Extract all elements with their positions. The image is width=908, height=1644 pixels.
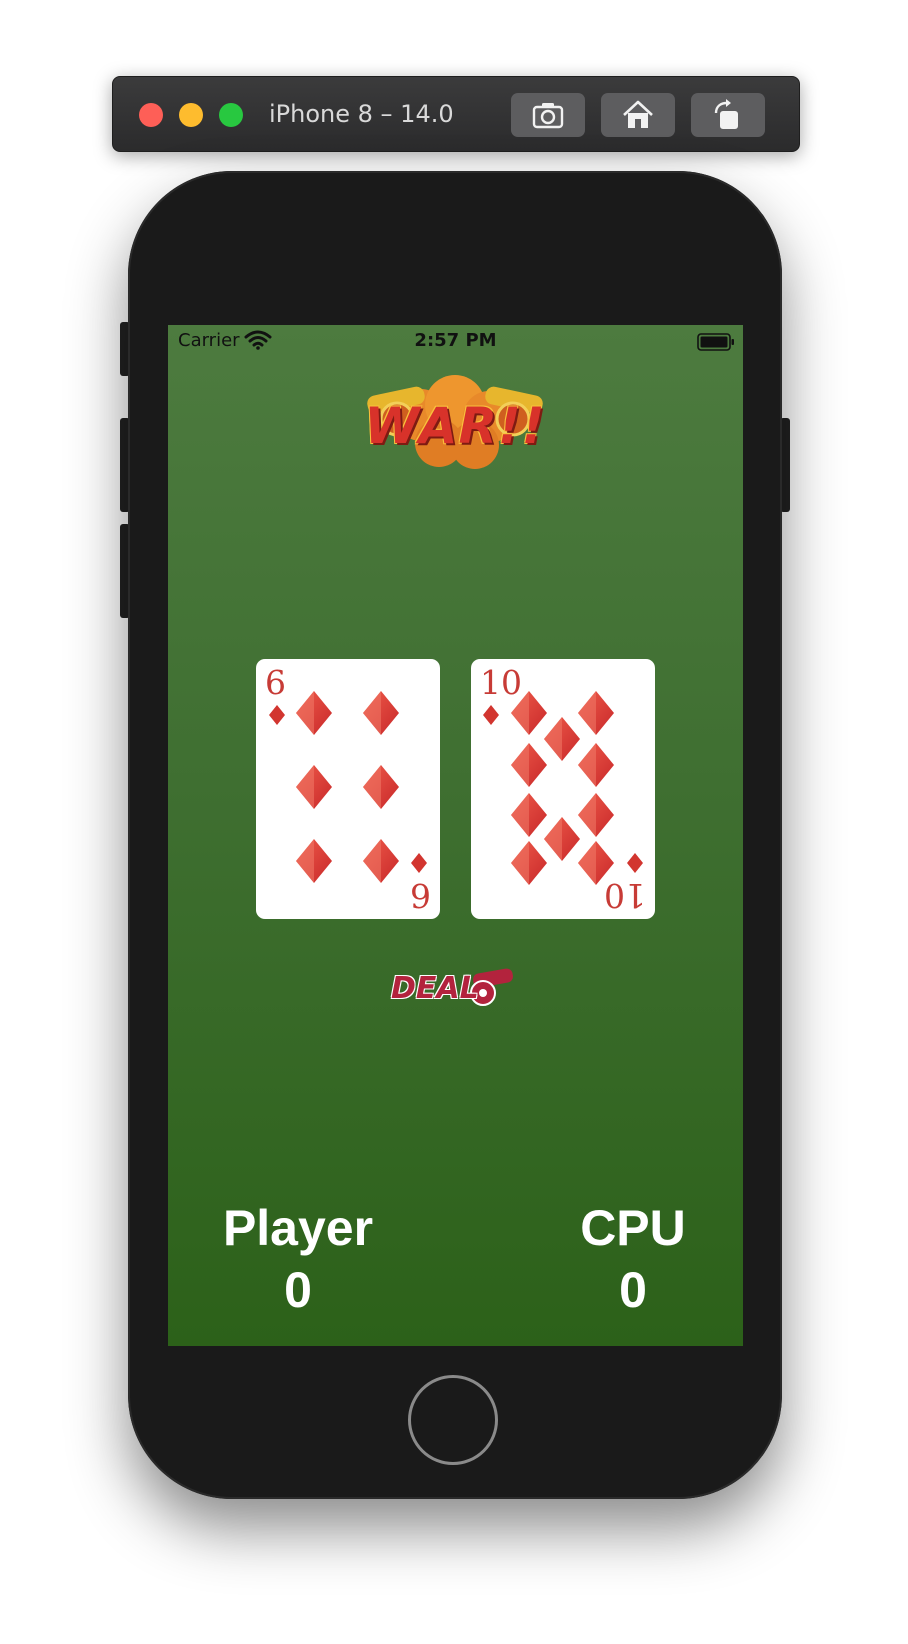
simulator-title-bar: iPhone 8 – 14.0 [112,76,800,152]
simulator-title: iPhone 8 – 14.0 [269,100,454,128]
device-home-button[interactable] [408,1375,498,1465]
cpu-label: CPU [580,1200,686,1256]
app-screen: Carrier 2:57 PM WAR!! 6 6 10 10 DEAL Pla… [168,325,743,1346]
rotate-icon [714,99,738,129]
player-score: 0 [284,1262,312,1318]
status-bar: Carrier 2:57 PM [168,325,743,357]
home-button-toolbar[interactable] [601,93,675,137]
simulator-window: iPhone 8 – 14.0 Carrier 2:57 PM WAR!! 6 … [0,0,908,1644]
cpu-score: 0 [619,1262,647,1318]
close-window-button[interactable] [139,103,163,127]
minimize-window-button[interactable] [179,103,203,127]
cpu-card: 10 10 [471,659,655,919]
player-label: Player [222,1200,374,1256]
status-time: 2:57 PM [414,330,497,351]
home-icon [623,100,653,128]
screenshot-button[interactable] [511,93,585,137]
logo-text: WAR!! [364,397,546,455]
diamond-pips-icon [483,691,643,885]
rotate-button[interactable] [691,93,765,137]
war-logo: WAR!! [363,373,547,469]
deal-label: DEAL [391,971,479,1006]
camera-icon [532,103,564,129]
deal-button[interactable]: DEAL [391,965,513,1013]
zoom-window-button[interactable] [219,103,243,127]
battery-icon [697,333,734,351]
diamond-pips-icon [269,691,427,883]
player-card: 6 6 [256,659,440,919]
